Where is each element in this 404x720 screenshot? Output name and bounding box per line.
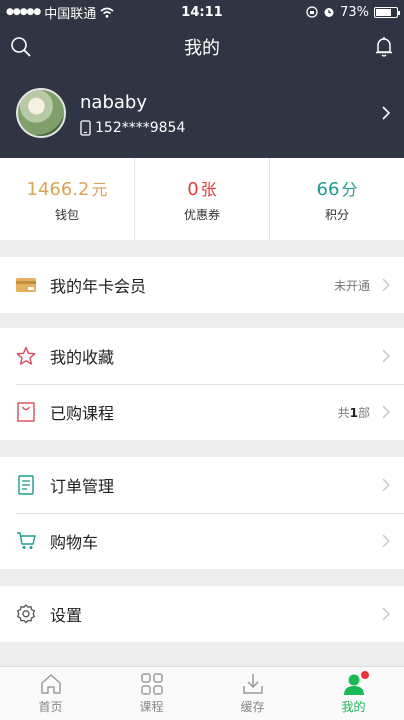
username: nababy xyxy=(80,92,147,113)
order-list-icon xyxy=(16,475,36,495)
library-group: 我的收藏 已购课程 共1部 xyxy=(0,328,404,440)
shopping-bag-icon xyxy=(16,402,36,422)
membership-group: 我的年卡会员 未开通 xyxy=(0,257,404,313)
tab-courses[interactable]: 课程 xyxy=(101,667,202,720)
coupon-unit: 张 xyxy=(200,179,217,199)
tab-cache-label: 缓存 xyxy=(240,700,265,714)
purchased-courses-row[interactable]: 已购课程 共1部 xyxy=(0,384,404,440)
purchased-count-suffix: 部 xyxy=(357,405,370,420)
points-stat[interactable]: 66 分 积分 xyxy=(270,158,404,240)
annual-card-label: 我的年卡会员 xyxy=(50,277,147,296)
star-icon xyxy=(16,346,36,366)
status-bar: ●●●●● 中国联通 14:11 73% xyxy=(0,0,404,24)
wallet-stat[interactable]: 1466.2 元 钱包 xyxy=(0,158,135,240)
gear-icon xyxy=(16,604,36,624)
tab-me-label: 我的 xyxy=(341,700,366,714)
cart-icon xyxy=(16,531,36,551)
wallet-value: 1466.2 xyxy=(26,178,90,200)
annual-card-status: 未开通 xyxy=(333,278,370,293)
coupon-value: 0 xyxy=(187,178,199,200)
settings-label: 设置 xyxy=(50,606,83,625)
navigation-bar: 我的 xyxy=(0,24,404,70)
orders-row[interactable]: 订单管理 xyxy=(0,457,404,513)
chevron-right-icon xyxy=(382,106,390,120)
coupon-stat[interactable]: 0张 优惠券 xyxy=(135,158,270,240)
purchased-courses-label: 已购课程 xyxy=(50,404,115,423)
chevron-right-icon xyxy=(382,405,390,419)
profile-card[interactable]: nababy 152****9854 xyxy=(0,70,404,158)
page-title: 我的 xyxy=(184,38,220,59)
orders-label: 订单管理 xyxy=(50,477,115,496)
purchased-count-number: 1 xyxy=(349,405,358,420)
tab-me[interactable]: 我的 xyxy=(303,667,404,720)
status-time: 14:11 xyxy=(181,4,223,20)
cart-row[interactable]: 购物车 xyxy=(0,513,404,569)
purchased-count: 共1部 xyxy=(338,404,370,421)
avatar[interactable] xyxy=(16,88,66,138)
phone-icon xyxy=(80,120,91,136)
cart-label: 购物车 xyxy=(50,533,99,552)
account-stats: 1466.2 元 钱包 0张 优惠券 66 分 积分 xyxy=(0,158,404,240)
search-icon[interactable] xyxy=(10,36,32,58)
shopping-group: 订单管理 购物车 xyxy=(0,457,404,569)
chevron-right-icon xyxy=(382,349,390,363)
tab-home[interactable]: 首页 xyxy=(0,667,101,720)
tab-home-label: 首页 xyxy=(38,700,63,714)
chevron-right-icon xyxy=(382,278,390,292)
annual-card-row[interactable]: 我的年卡会员 未开通 xyxy=(0,257,404,313)
points-value: 66 xyxy=(316,178,340,200)
settings-row[interactable]: 设置 xyxy=(0,586,404,642)
points-unit: 分 xyxy=(341,179,358,199)
favorites-label: 我的收藏 xyxy=(50,348,115,367)
points-label: 积分 xyxy=(324,207,349,222)
notification-badge xyxy=(361,671,369,679)
grid-icon xyxy=(140,673,163,695)
favorites-row[interactable]: 我的收藏 xyxy=(0,328,404,384)
battery-icon xyxy=(374,6,400,18)
home-icon xyxy=(40,674,61,694)
wallet-label: 钱包 xyxy=(54,207,79,222)
tab-cache[interactable]: 缓存 xyxy=(202,667,303,720)
settings-group: 设置 xyxy=(0,586,404,642)
chevron-right-icon xyxy=(382,478,390,492)
membership-card-icon xyxy=(16,275,36,295)
phone-number: 152****9854 xyxy=(95,120,186,136)
tab-courses-label: 课程 xyxy=(139,700,164,714)
chevron-right-icon xyxy=(382,534,390,548)
tab-bar: 首页 课程 缓存 我的 xyxy=(0,666,404,720)
phone-row: 152****9854 xyxy=(80,120,185,136)
wallet-unit: 元 xyxy=(91,179,108,199)
purchased-count-prefix: 共 xyxy=(337,405,350,420)
download-icon xyxy=(242,674,263,694)
bell-icon[interactable] xyxy=(374,36,394,58)
chevron-right-icon xyxy=(382,607,390,621)
coupon-label: 优惠券 xyxy=(183,207,220,222)
